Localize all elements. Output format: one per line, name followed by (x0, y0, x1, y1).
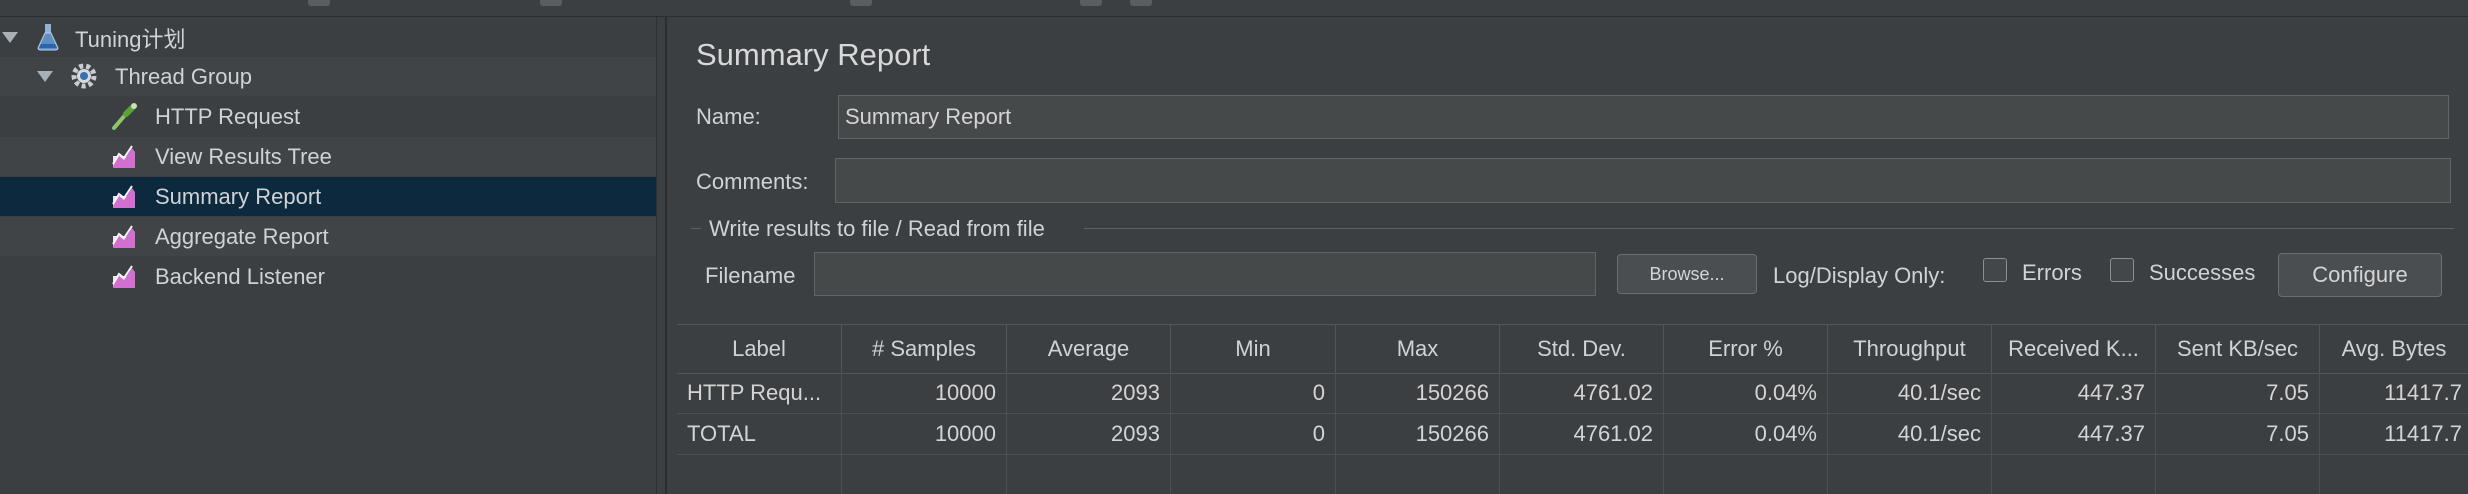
expand-arrow-icon[interactable] (2, 32, 18, 43)
table-cell (2156, 455, 2320, 494)
table-cell: 4761.02 (1500, 373, 1664, 413)
successes-checkbox[interactable] (2110, 258, 2134, 282)
table-cell: 40.1/sec (1828, 414, 1992, 454)
tree-item-label: Thread Group (115, 63, 252, 89)
tree-item-label: Backend Listener (155, 263, 325, 289)
tree-item-label: Summary Report (155, 183, 322, 209)
table-header: Label # Samples Average Min Max Std. Dev… (677, 324, 2468, 374)
column-header-average[interactable]: Average (1007, 325, 1171, 373)
table-cell: 447.37 (1992, 373, 2156, 413)
table-cell: 447.37 (1992, 414, 2156, 454)
fieldset-border (1084, 228, 2454, 229)
table-cell: 0 (1171, 373, 1336, 413)
table-cell: 2093 (1007, 414, 1171, 454)
filename-label: Filename (705, 263, 796, 288)
comments-label: Comments: (696, 169, 809, 194)
toolbar-button-icon[interactable] (1130, 0, 1152, 6)
column-header-error-percent[interactable]: Error % (1664, 325, 1828, 373)
listener-chart-icon (112, 185, 135, 208)
tree-item-backend-listener[interactable]: Backend Listener (0, 257, 656, 296)
toolbar-button-icon[interactable] (850, 0, 872, 6)
browse-button[interactable]: Browse... (1617, 254, 1757, 294)
tree-item-label: Tuning计划 (75, 26, 186, 52)
table-row[interactable]: HTTP Requ... 10000 2093 0 150266 4761.02… (677, 373, 2468, 414)
file-fieldset-title: Write results to file / Read from file (709, 216, 1045, 241)
table-cell: 4761.02 (1500, 414, 1664, 454)
table-cell: 10000 (842, 373, 1007, 413)
toolbar-button-icon[interactable] (1080, 0, 1102, 6)
table-cell: 0.04% (1664, 414, 1828, 454)
toolbar-strip (0, 0, 2468, 17)
tree-item-label: HTTP Request (155, 103, 301, 129)
tree-item-http-request[interactable]: HTTP Request (0, 97, 656, 136)
tree-item-label: View Results Tree (155, 143, 332, 169)
column-header-min[interactable]: Min (1171, 325, 1336, 373)
table-cell: 40.1/sec (1828, 373, 1992, 413)
test-plan-tree: Tuning计划 Thread Group HTTP Request View … (0, 17, 656, 494)
table-cell (1171, 455, 1336, 494)
listener-chart-icon (112, 265, 135, 288)
table-cell (1336, 455, 1500, 494)
table-cell: 10000 (842, 414, 1007, 454)
tree-item-label: Aggregate Report (155, 223, 329, 249)
page-title: Summary Report (696, 37, 931, 72)
table-cell: 0 (1171, 414, 1336, 454)
table-cell (1007, 455, 1171, 494)
tree-item-thread-group[interactable]: Thread Group (0, 57, 656, 96)
table-cell: HTTP Requ... (677, 373, 842, 413)
filename-input[interactable] (814, 252, 1596, 296)
configure-button[interactable]: Configure (2278, 253, 2442, 297)
toolbar-button-icon[interactable] (308, 0, 330, 6)
table-cell (1664, 455, 1828, 494)
table-cell: 150266 (1336, 373, 1500, 413)
table-cell (1992, 455, 2156, 494)
tree-item-summary-report[interactable]: Summary Report (0, 177, 656, 216)
table-cell (677, 455, 842, 494)
name-label: Name: (696, 104, 761, 129)
table-cell: 0.04% (1664, 373, 1828, 413)
column-header-samples[interactable]: # Samples (842, 325, 1007, 373)
table-cell: 11417.7 (2384, 421, 2462, 446)
column-header-sent-kb[interactable]: Sent KB/sec (2156, 325, 2320, 373)
table-cell: 11417.7 (2384, 380, 2462, 405)
column-header-throughput[interactable]: Throughput (1828, 325, 1992, 373)
table-empty-area (677, 455, 2468, 494)
table-cell (842, 455, 1007, 494)
tree-item-test-plan[interactable]: Tuning计划 (0, 18, 656, 57)
fieldset-border (691, 228, 701, 229)
errors-checkbox[interactable] (1983, 258, 2007, 282)
toolbar-button-icon[interactable] (540, 0, 562, 6)
tree-item-view-results-tree[interactable]: View Results Tree (0, 137, 656, 176)
divider-grip (665, 17, 667, 494)
column-header-avg-bytes[interactable]: Avg. Bytes (2320, 325, 2468, 373)
summary-table: Label # Samples Average Min Max Std. Dev… (677, 324, 2468, 494)
test-plan-flask-icon (37, 24, 59, 51)
column-header-received-kb[interactable]: Received K... (1992, 325, 2156, 373)
summary-report-panel: Summary Report Name: Summary Report Comm… (677, 17, 2468, 494)
errors-label: Errors (2022, 260, 2082, 285)
expand-arrow-icon[interactable] (37, 71, 53, 82)
column-header-label[interactable]: Label (677, 325, 842, 373)
table-cell: 150266 (1336, 414, 1500, 454)
split-pane-divider[interactable] (656, 17, 678, 494)
successes-label: Successes (2149, 260, 2256, 285)
http-request-pipette-icon (112, 103, 137, 130)
comments-field[interactable] (835, 158, 2451, 203)
table-cell: 2093 (1007, 373, 1171, 413)
thread-group-gear-icon (71, 63, 97, 89)
name-field[interactable]: Summary Report (838, 95, 2449, 139)
table-cell (1828, 455, 1992, 494)
table-cell (2320, 455, 2468, 494)
column-header-std-dev[interactable]: Std. Dev. (1500, 325, 1664, 373)
table-cell: 7.05 (2156, 414, 2320, 454)
table-row[interactable]: TOTAL 10000 2093 0 150266 4761.02 0.04% … (677, 414, 2468, 455)
log-display-only-label: Log/Display Only: (1773, 263, 1946, 288)
tree-item-aggregate-report[interactable]: Aggregate Report (0, 217, 656, 256)
listener-chart-icon (112, 145, 135, 168)
table-cell: TOTAL (677, 414, 842, 454)
column-header-max[interactable]: Max (1336, 325, 1500, 373)
table-cell: 7.05 (2156, 373, 2320, 413)
listener-chart-icon (112, 225, 135, 248)
table-cell (1500, 455, 1664, 494)
